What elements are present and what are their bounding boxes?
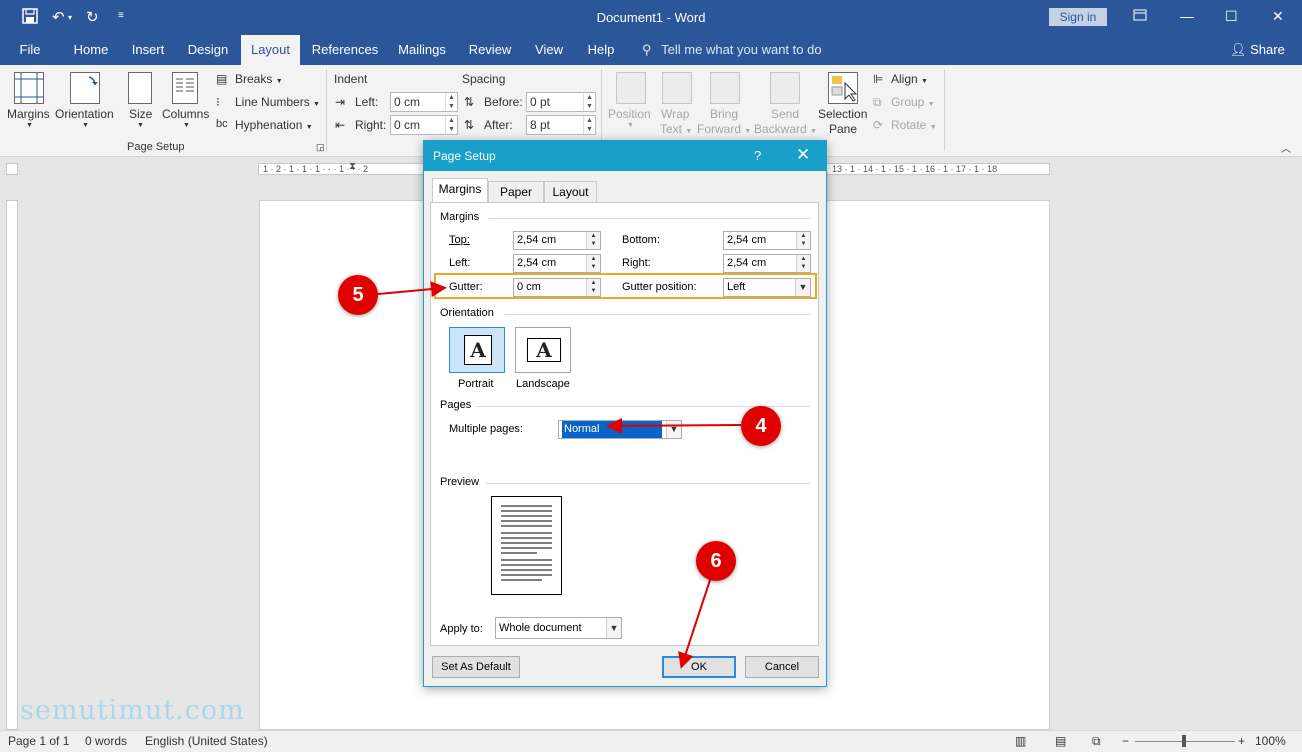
step-4-badge: 4 <box>741 406 781 446</box>
annotation-arrows <box>377 281 742 669</box>
step-5-badge: 5 <box>338 275 378 315</box>
step-6-badge: 6 <box>696 541 736 581</box>
